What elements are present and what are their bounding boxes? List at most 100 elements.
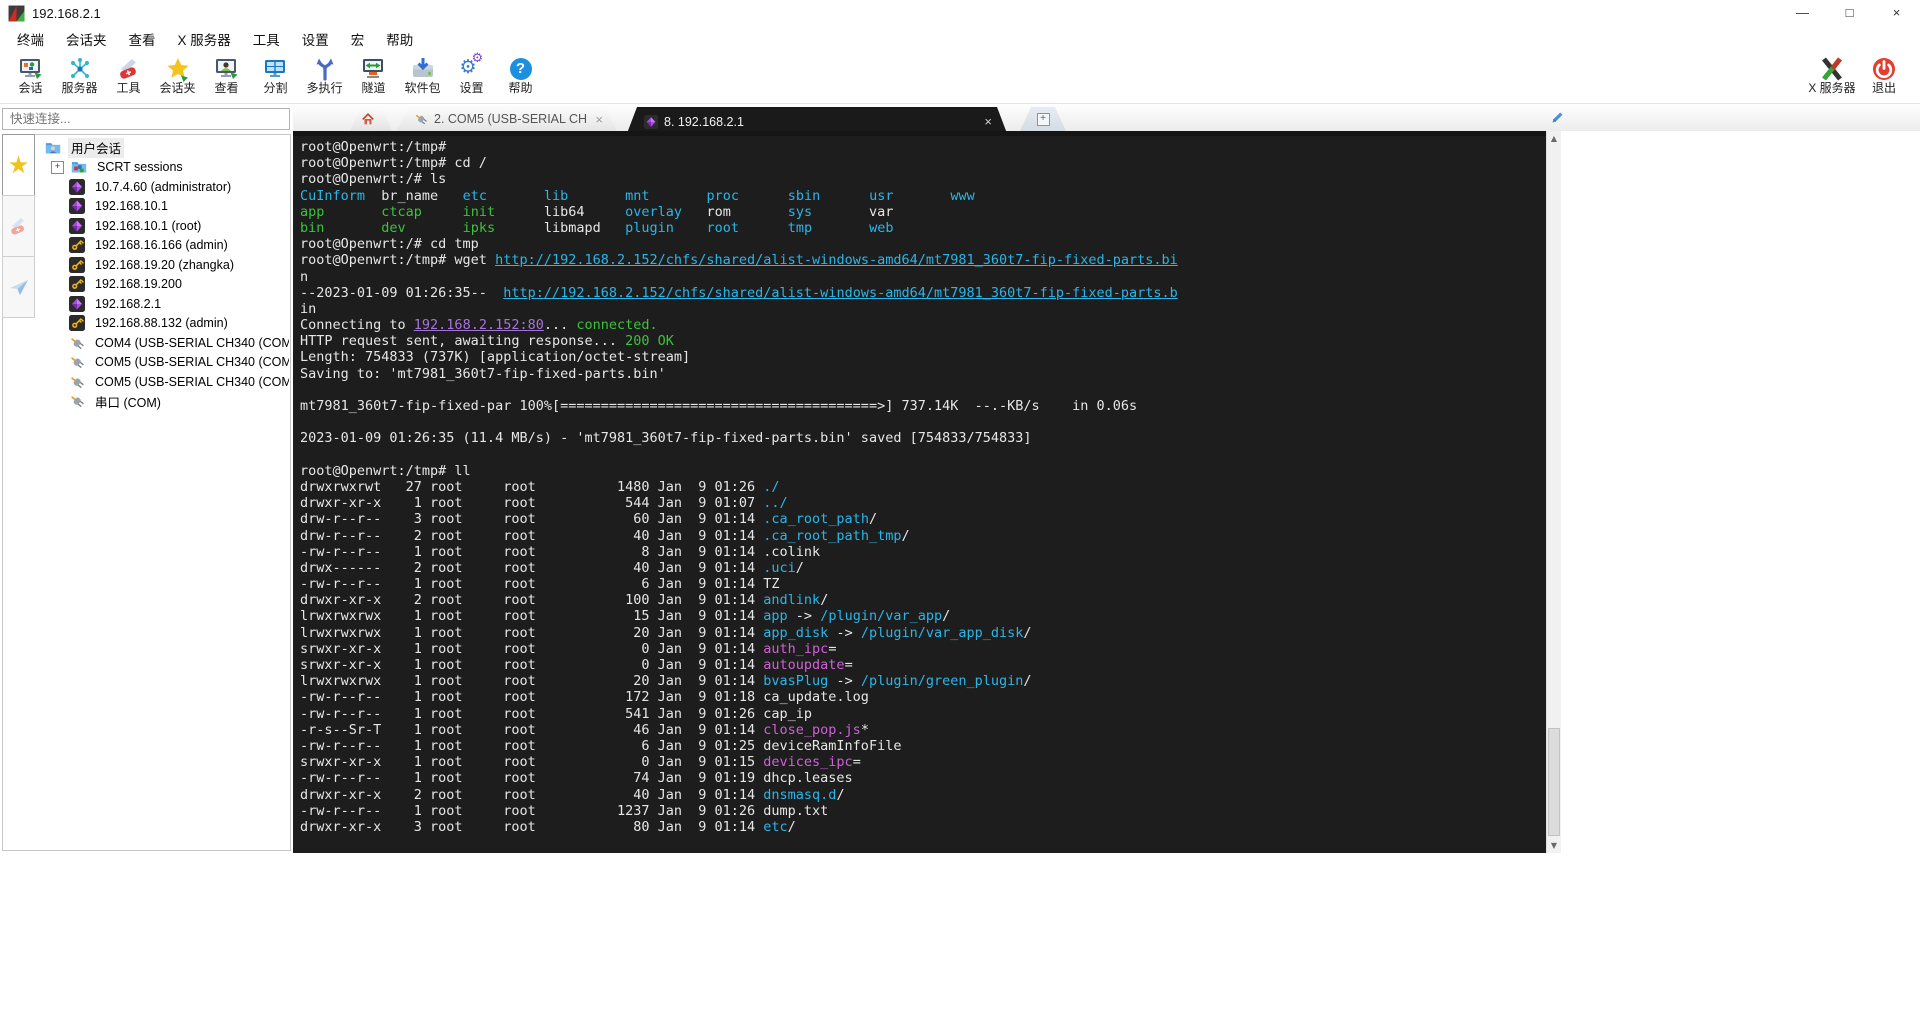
menu-view[interactable]: 查看 xyxy=(118,27,167,51)
plug-icon xyxy=(69,374,85,390)
toolbar-xserver-button[interactable]: X 服务器 xyxy=(1806,56,1858,95)
scrollbar-up-arrow[interactable]: ▲ xyxy=(1547,131,1561,146)
tunnel-icon xyxy=(361,56,387,82)
terminal-line: bin dev ipks libmapd plugin root tmp web xyxy=(300,219,894,236)
terminal-line: drwxrwxrwt 27 root root 1480 Jan 9 01:26… xyxy=(300,478,780,495)
tree-expander-icon[interactable]: + xyxy=(51,160,64,174)
session-area: 2. COM5 (USB-SERIAL CH340 (COM5×8. 192.1… xyxy=(293,104,1920,1030)
toolbar-session-button[interactable]: 会话 xyxy=(6,56,55,95)
terminal-line: srwxr-xr-x 1 root root 0 Jan 9 01:14 aut… xyxy=(300,657,853,673)
terminal-line: HTTP request sent, awaiting response... … xyxy=(300,333,674,350)
tree-item-192-168-16-166[interactable]: 192.168.16.166 (admin) xyxy=(39,236,289,256)
window-controls: — □ × xyxy=(1779,0,1920,26)
rail-macros-button[interactable] xyxy=(2,256,35,318)
menu-sessions[interactable]: 会话夹 xyxy=(55,27,118,51)
terminal-line: root@Openwrt:/tmp# ll xyxy=(300,462,471,479)
tree-item-serial-com[interactable]: 串口 (COM) xyxy=(39,392,289,412)
menu-settings[interactable]: 设置 xyxy=(291,27,340,51)
terminal-scrollbar[interactable]: ▲ ▼ xyxy=(1546,131,1561,853)
gem-icon xyxy=(69,295,85,312)
tree-item-192-168-10-1-root[interactable]: 192.168.10.1 (root) xyxy=(39,216,289,236)
toolbar-multiexec-button-label: 多执行 xyxy=(306,81,343,95)
close-button[interactable]: × xyxy=(1873,0,1920,26)
new-tab-button[interactable]: + xyxy=(1020,107,1066,131)
toolbar-exit-button[interactable]: 退出 xyxy=(1858,56,1910,95)
menu-help[interactable]: 帮助 xyxy=(375,27,424,51)
terminal-line: root@Openwrt:/tmp# xyxy=(300,139,447,155)
toolbar-sessions-folder-button[interactable]: 会话夹 xyxy=(153,56,202,95)
edit-pencil-icon[interactable] xyxy=(1550,110,1565,125)
tree-item-com4[interactable]: COM4 (USB-SERIAL CH340 (COM4)) xyxy=(39,333,289,353)
tree-item-192-168-88-132[interactable]: 192.168.88.132 (admin) xyxy=(39,314,289,334)
toolbar-exit-button-label: 退出 xyxy=(1871,81,1896,95)
menu-bar: 终端 会话夹 查看 X 服务器 工具 设置宏帮助 xyxy=(0,26,1920,54)
tree-item-10-7-4-60[interactable]: 10.7.4.60 (administrator) xyxy=(39,177,289,197)
tree-item-user-sessions[interactable]: 用户会话 xyxy=(39,138,289,159)
toolbar-packages-button[interactable]: 软件包 xyxy=(398,56,447,95)
terminal-line: -rw-r--r-- 1 root root 6 Jan 9 01:14 TZ xyxy=(300,576,780,593)
toolbar-servers-button[interactable]: 服务器 xyxy=(55,56,104,95)
settings-gear-icon: ⚙ ⚙ xyxy=(459,51,484,78)
terminal-line: 2023-01-09 01:26:35 (11.4 MB/s) - 'mt798… xyxy=(300,430,1032,447)
scrollbar-thumb[interactable] xyxy=(1548,728,1560,836)
plug-icon xyxy=(69,335,85,351)
gem-icon xyxy=(69,198,85,215)
menu-macros[interactable]: 宏 xyxy=(340,27,376,51)
terminal-line: -rw-r--r-- 1 root root 1237 Jan 9 01:26 … xyxy=(300,802,829,819)
tab-close-icon[interactable]: × xyxy=(976,114,992,129)
terminal-line: drw-r--r-- 2 root root 40 Jan 9 01:14 .c… xyxy=(300,527,910,544)
tree-item-com5[interactable]: COM5 (USB-SERIAL CH340 (COM5)) xyxy=(39,353,289,373)
tree-item-label: COM4 (USB-SERIAL CH340 (COM4)) xyxy=(95,335,289,350)
plug-icon xyxy=(69,393,85,409)
tab-home[interactable] xyxy=(350,107,392,131)
view-monitor-icon xyxy=(214,56,240,82)
menu-terminal[interactable]: 终端 xyxy=(6,27,55,51)
terminal[interactable]: root@Openwrt:/tmp# root@Openwrt:/tmp# cd … xyxy=(293,136,1546,853)
tree-item-com5-1[interactable]: COM5 (USB-SERIAL CH340 (COM5)) (1) xyxy=(39,372,289,392)
toolbar-servers-button-label: 服务器 xyxy=(61,81,98,95)
terminal-line: -rw-r--r-- 1 root root 74 Jan 9 01:19 dh… xyxy=(300,770,853,787)
toolbar-view-button[interactable]: 查看 xyxy=(202,56,251,95)
help-icon: ? xyxy=(508,56,534,82)
tree-item-192-168-2-1[interactable]: 192.168.2.1 xyxy=(39,294,289,314)
plug-icon xyxy=(414,112,428,126)
toolbar-session-button-label: 会话 xyxy=(18,81,43,95)
menu-tools[interactable]: 工具 xyxy=(242,27,291,51)
minimize-button[interactable]: — xyxy=(1779,0,1826,26)
toolbar-multiexec-button[interactable]: 多执行 xyxy=(300,56,349,95)
tree-item-scrt-sessions[interactable]: + SCRT sessions xyxy=(39,158,289,178)
terminal-line: -rw-r--r-- 1 root root 8 Jan 9 01:14 .co… xyxy=(300,543,821,560)
tree-item-192-168-10-1[interactable]: 192.168.10.1 xyxy=(39,197,289,217)
tab-close-icon[interactable]: × xyxy=(587,112,603,127)
toolbar-xserver-button-label: X 服务器 xyxy=(1808,81,1856,95)
menu-xserver[interactable]: X 服务器 xyxy=(167,27,242,51)
gem-icon xyxy=(644,115,658,129)
terminal-line: mt7981_360t7-fip-fixed-par 100%[========… xyxy=(300,398,1138,414)
tree-item-label: SCRT sessions xyxy=(97,160,183,175)
toolbar-tools-button-label: 工具 xyxy=(116,81,141,95)
tree-item-192-168-19-200[interactable]: 192.168.19.200 xyxy=(39,275,289,295)
rail-sessions-button[interactable]: ★ xyxy=(2,134,35,196)
tree-item-192-168-19-20[interactable]: 192.168.19.20 (zhangka) xyxy=(39,255,289,275)
terminal-line: -rw-r--r-- 1 root root 172 Jan 9 01:18 c… xyxy=(300,689,869,706)
tab-com5[interactable]: 2. COM5 (USB-SERIAL CH340 (COM5× xyxy=(397,107,617,131)
toolbar-help-button[interactable]: ? 帮助 xyxy=(496,56,545,95)
quick-connect-input[interactable] xyxy=(2,108,290,130)
scrollbar-down-arrow[interactable]: ▼ xyxy=(1547,838,1561,853)
toolbar-tunnel-button[interactable]: 隧道 xyxy=(349,56,398,95)
toolbar-split-button[interactable]: 分割 xyxy=(251,56,300,95)
tools-knife-icon xyxy=(116,56,142,82)
rail-tools-button[interactable] xyxy=(2,195,35,257)
terminal-line: root@Openwrt:/tmp# cd / xyxy=(300,155,487,172)
sidebar-rail: ★ xyxy=(2,134,36,318)
maximize-button[interactable]: □ xyxy=(1826,0,1873,26)
toolbar-split-button-label: 分割 xyxy=(263,81,288,95)
toolbar-settings-button[interactable]: ⚙ ⚙ 设置 xyxy=(447,51,496,95)
terminal-line: root@Openwrt:/# ls xyxy=(300,171,447,188)
terminal-line: -rw-r--r-- 1 root root 541 Jan 9 01:26 c… xyxy=(300,705,813,722)
terminal-line: n xyxy=(300,268,309,285)
session-monitor-icon xyxy=(18,56,44,82)
toolbar-tools-button[interactable]: 工具 xyxy=(104,56,153,95)
terminal-line: Connecting to 192.168.2.152:80... connec… xyxy=(300,317,658,334)
